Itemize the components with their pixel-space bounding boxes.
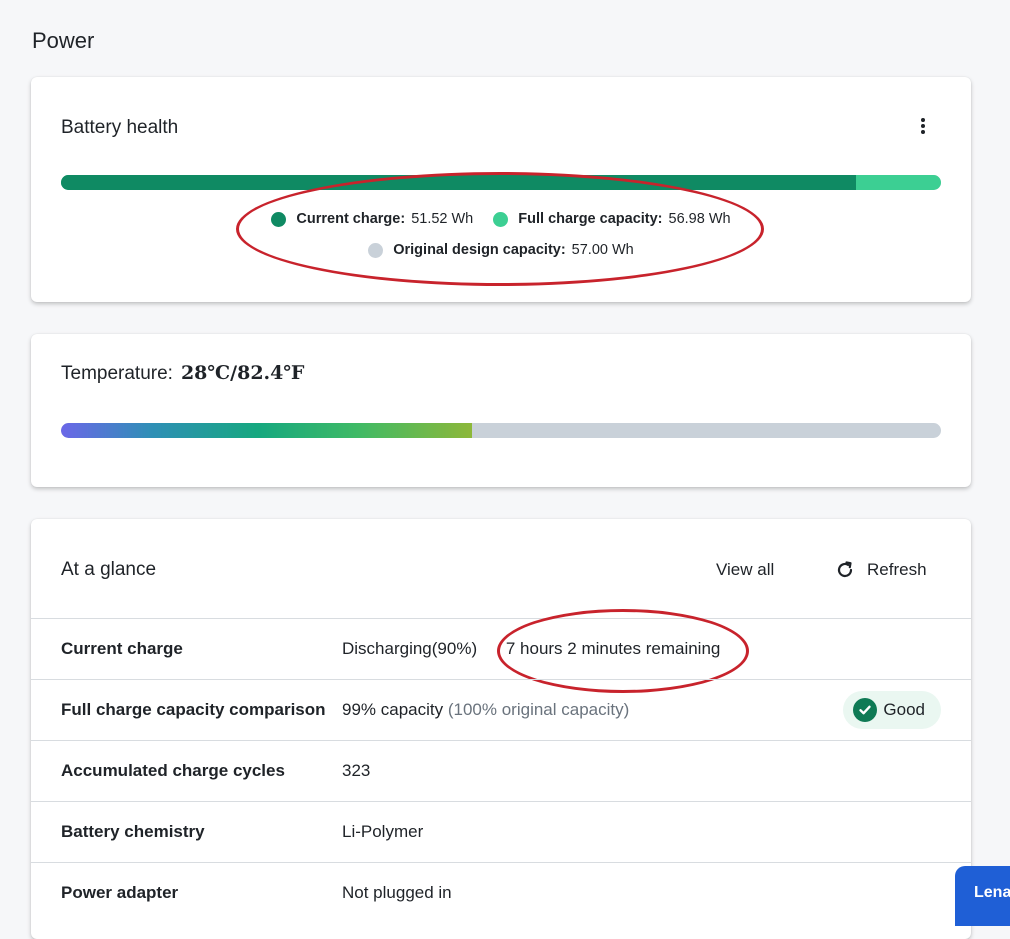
- legend-design-capacity: Original design capacity: 57.00 Wh: [368, 242, 634, 258]
- at-a-glance-title: At a glance: [61, 559, 157, 580]
- check-circle-icon: [853, 698, 878, 722]
- time-remaining: 7 hours 2 minutes remaining: [505, 639, 721, 658]
- row-value: 323: [342, 761, 371, 780]
- row-value: Li-Polymer: [342, 822, 424, 841]
- row-label: Full charge capacity comparison: [61, 700, 326, 719]
- refresh-button[interactable]: Refresh: [835, 560, 927, 580]
- current-charge-dot: [271, 211, 287, 227]
- refresh-label: Refresh: [867, 560, 927, 579]
- row-value: 99% capacity (100% original capacity): [342, 700, 629, 720]
- legend-label: Full charge capacity:: [518, 211, 663, 227]
- table-row: Full charge capacity comparison 99% capa…: [31, 679, 971, 740]
- temperature-card: Temperature: 28℃/82.4℉: [31, 334, 971, 487]
- legend-current-charge: Current charge: 51.52 Wh: [271, 211, 473, 227]
- row-value: Discharging(90%) 7 hours 2 minutes remai…: [342, 639, 720, 659]
- status-badge-label: Good: [883, 700, 925, 719]
- battery-legend-row: Current charge: 51.52 Wh Full charge cap…: [31, 211, 971, 227]
- legend-value: 51.52 Wh: [411, 211, 474, 227]
- at-a-glance-card: At a glance View all Refresh Current cha…: [31, 519, 971, 939]
- table-row: Battery chemistry Li-Polymer: [31, 801, 971, 862]
- temperature-level-fill: [61, 423, 472, 438]
- temperature-label: Temperature:: [61, 363, 173, 384]
- view-all-button[interactable]: View all: [716, 560, 774, 580]
- table-row: Power adapter Not plugged in: [31, 862, 971, 923]
- at-a-glance-table: Current charge Discharging(90%) 7 hours …: [31, 609, 971, 923]
- temperature-heading: Temperature: 28℃/82.4℉: [61, 362, 305, 385]
- row-label: Power adapter: [61, 883, 179, 902]
- lena-assistant-button[interactable]: Lena: [955, 866, 1010, 926]
- page-title: Power: [32, 28, 95, 53]
- table-row: Current charge Discharging(90%) 7 hours …: [31, 609, 971, 693]
- status-badge: Good: [843, 691, 941, 729]
- design-capacity-dot: [368, 242, 384, 258]
- legend-label: Original design capacity:: [393, 242, 566, 258]
- refresh-icon: [837, 561, 853, 578]
- temperature-bar: [61, 423, 941, 438]
- legend-label: Current charge:: [296, 211, 406, 227]
- row-value: Not plugged in: [342, 883, 452, 902]
- charge-status: Discharging(90%): [342, 639, 478, 658]
- full-charge-dot: [493, 211, 509, 227]
- battery-legend-row: Original design capacity: 57.00 Wh: [31, 242, 971, 258]
- legend-value: 57.00 Wh: [571, 242, 634, 258]
- battery-health-card: Battery health Current charge: 51.52 Wh …: [31, 77, 971, 302]
- capacity-value: 99% capacity: [342, 700, 444, 719]
- legend-value: 56.98 Wh: [668, 211, 731, 227]
- original-capacity-note: (100% original capacity): [447, 700, 630, 719]
- temperature-value: 28℃/82.4℉: [180, 362, 305, 384]
- battery-health-title: Battery health: [61, 117, 179, 138]
- row-label: Accumulated charge cycles: [61, 761, 285, 780]
- current-charge-segment: [61, 175, 857, 190]
- row-label: Current charge: [61, 639, 183, 658]
- row-label: Battery chemistry: [61, 822, 205, 841]
- legend-full-charge: Full charge capacity: 56.98 Wh: [493, 211, 731, 227]
- more-options-icon[interactable]: [915, 117, 931, 137]
- table-row: Accumulated charge cycles 323: [31, 740, 971, 801]
- battery-capacity-bar: [61, 175, 941, 190]
